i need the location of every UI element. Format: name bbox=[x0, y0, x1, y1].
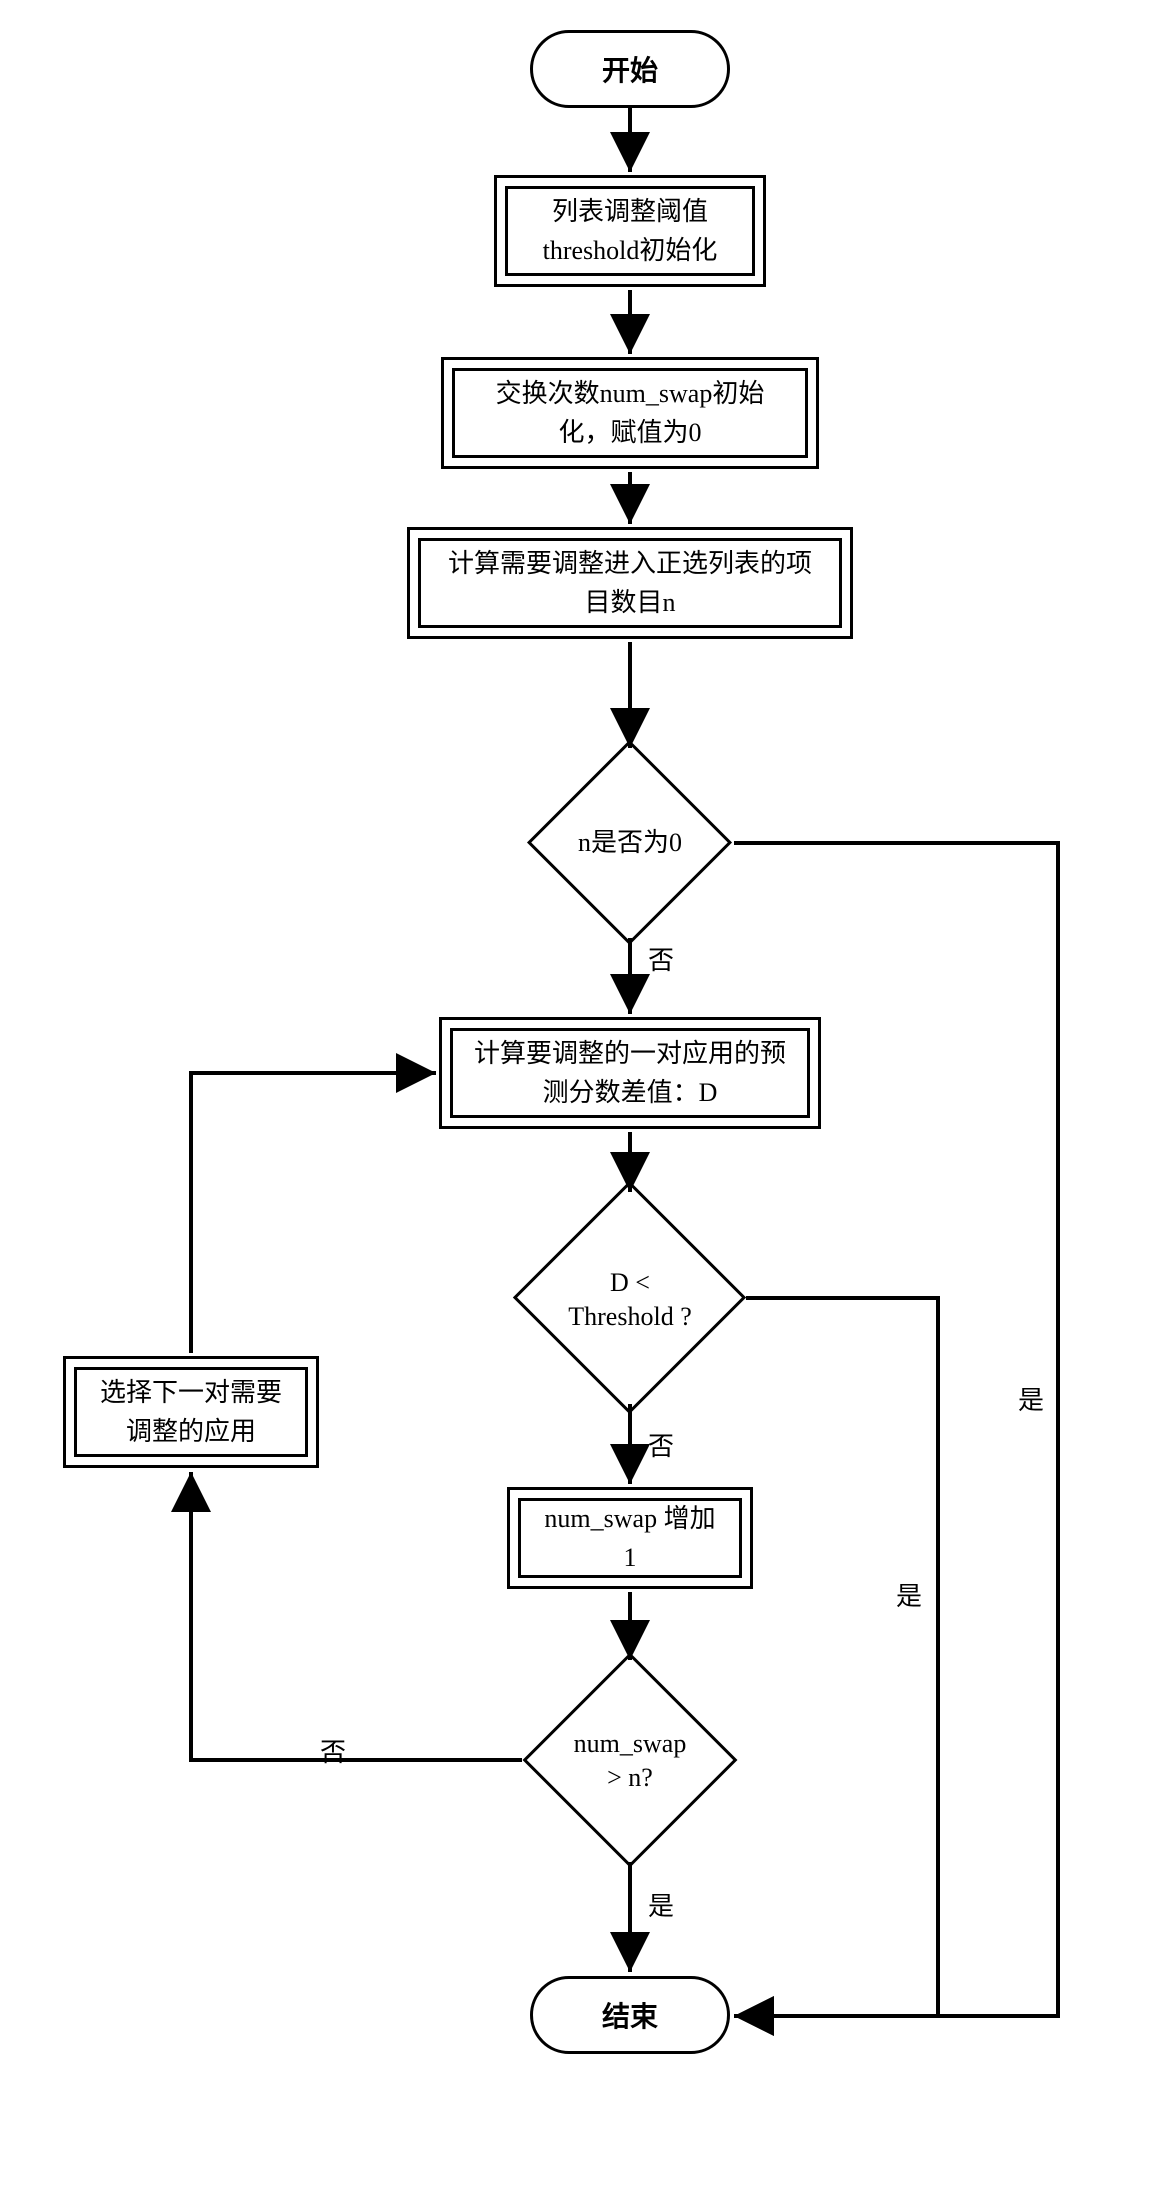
edge-n-yes: 是 bbox=[1018, 1380, 1044, 1417]
decision-n-zero bbox=[527, 740, 732, 945]
process-init-threshold-label: 列表调整阈值 threshold初始化 bbox=[543, 192, 718, 270]
edge-swap-no: 否 bbox=[320, 1732, 346, 1769]
end-terminator: 结束 bbox=[530, 1976, 730, 2054]
process-inc-label: num_swap 增加 1 bbox=[544, 1499, 715, 1577]
process-init-numswap: 交换次数num_swap初始 化，赋值为0 bbox=[452, 368, 808, 458]
edge-swap-yes: 是 bbox=[648, 1886, 674, 1923]
process-calc-d: 计算要调整的一对应用的预 测分数差值：D bbox=[450, 1028, 810, 1118]
edge-d-no: 否 bbox=[648, 1426, 674, 1463]
start-label: 开始 bbox=[602, 49, 658, 89]
process-calc-n: 计算需要调整进入正选列表的项 目数目n bbox=[418, 538, 842, 628]
process-next-pair: 选择下一对需要 调整的应用 bbox=[74, 1367, 308, 1457]
process-init-threshold: 列表调整阈值 threshold初始化 bbox=[505, 186, 755, 276]
process-inc: num_swap 增加 1 bbox=[518, 1498, 742, 1578]
process-calc-d-label: 计算要调整的一对应用的预 测分数差值：D bbox=[474, 1034, 786, 1112]
process-calc-n-label: 计算需要调整进入正选列表的项 目数目n bbox=[448, 544, 812, 622]
start-terminator: 开始 bbox=[530, 30, 730, 108]
decision-swap-gt-n bbox=[523, 1653, 738, 1868]
decision-d-threshold bbox=[513, 1181, 746, 1414]
edge-n-no: 否 bbox=[648, 940, 674, 977]
process-init-numswap-label: 交换次数num_swap初始 化，赋值为0 bbox=[496, 374, 765, 452]
process-next-pair-label: 选择下一对需要 调整的应用 bbox=[100, 1373, 282, 1451]
end-label: 结束 bbox=[602, 1995, 658, 2035]
edge-d-yes: 是 bbox=[896, 1576, 922, 1613]
